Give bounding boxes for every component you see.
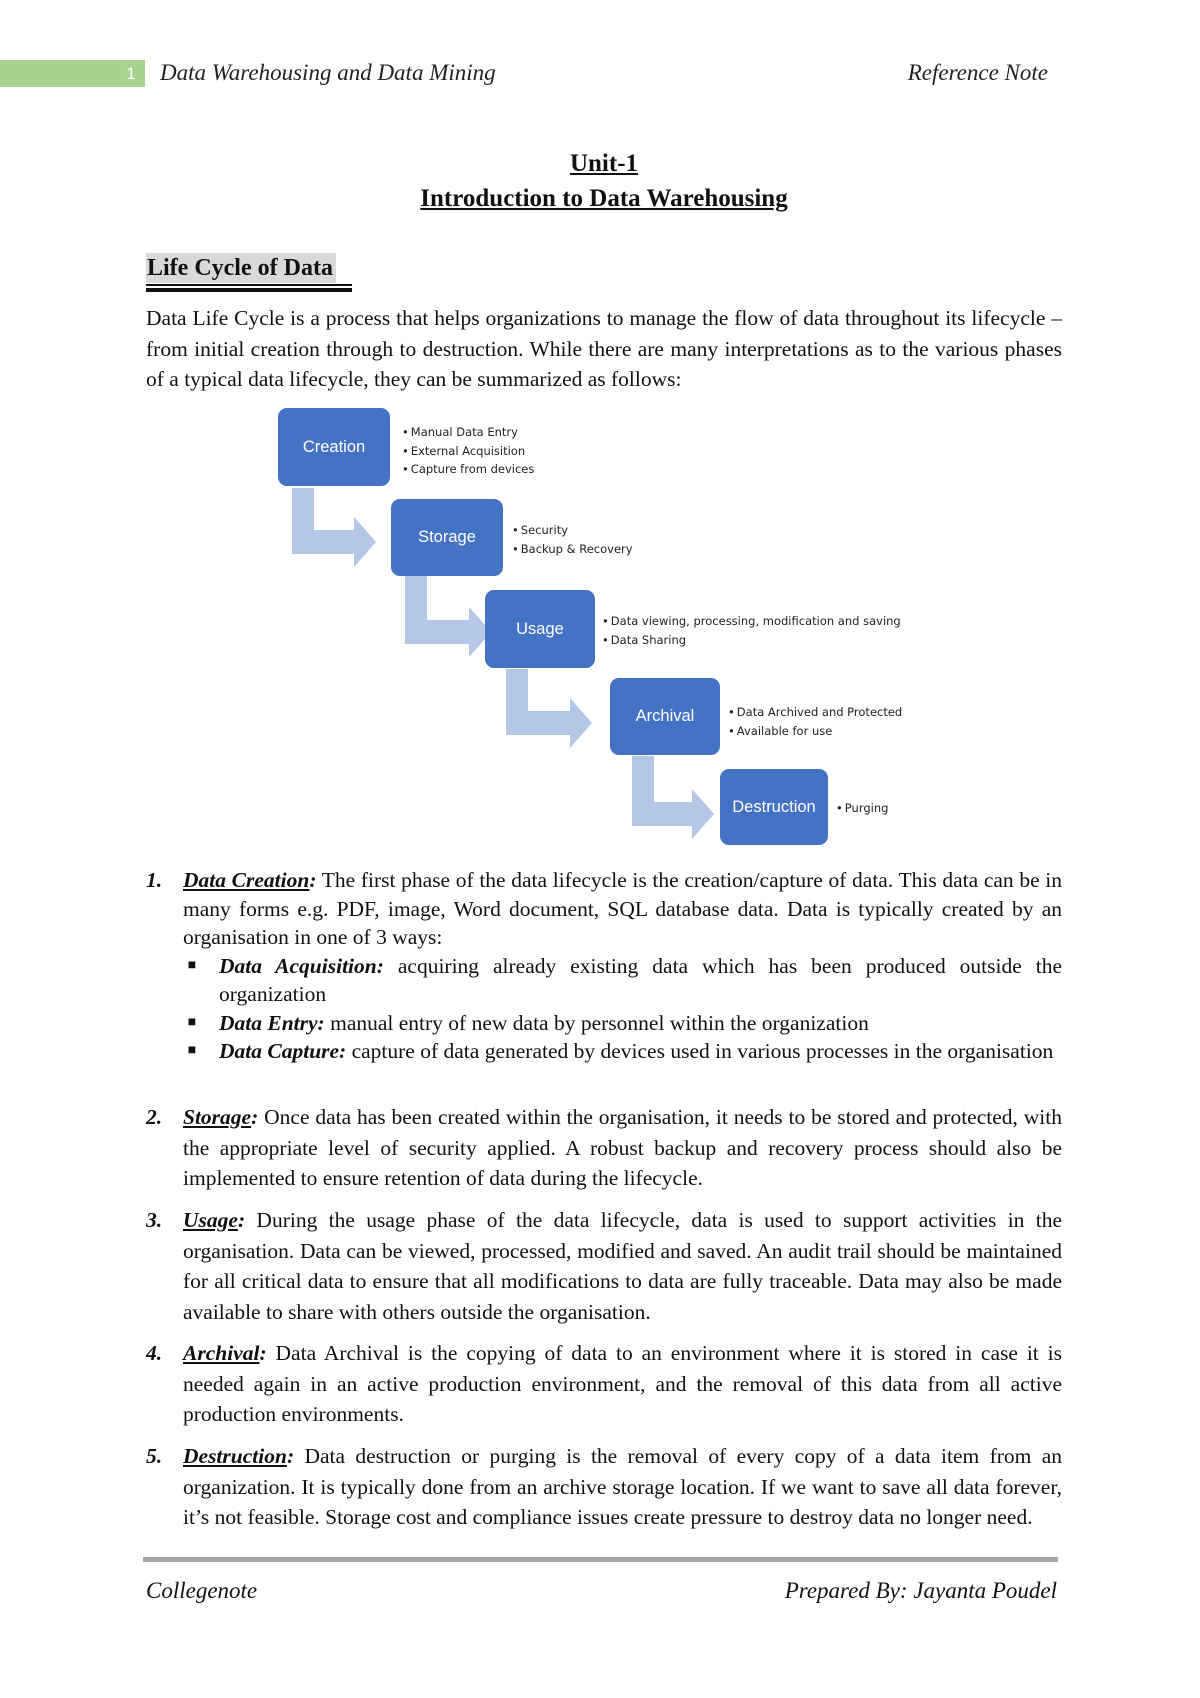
- list-text: Data Archival is the copying of data to …: [183, 1341, 1062, 1426]
- step-archival: Archival: [610, 678, 720, 755]
- square-bullet-icon: ■: [187, 1014, 197, 1030]
- footer-author: Prepared By: Jayanta Poudel: [784, 1578, 1057, 1603]
- term-colon: :: [309, 868, 317, 892]
- chapter-title: Introduction to Data Warehousing: [420, 185, 788, 212]
- note: Backup & Recovery: [512, 540, 633, 559]
- list-text: Once data has been created within the or…: [183, 1105, 1062, 1190]
- step-creation: Creation: [278, 408, 390, 486]
- sub-text: capture of data generated by devices use…: [346, 1039, 1054, 1063]
- step-label: Archival: [635, 707, 695, 725]
- list-number: 2.: [146, 1105, 163, 1129]
- list-number: 1.: [146, 868, 163, 892]
- intro-paragraph: Data Life Cycle is a process that helps …: [146, 306, 1062, 391]
- list-text: Data destruction or purging is the remov…: [183, 1444, 1062, 1529]
- step-usage-notes: Data viewing, processing, modification a…: [602, 612, 901, 649]
- page-number: 1: [126, 64, 136, 83]
- list-term: Storage: [183, 1105, 252, 1129]
- step-archival-notes: Data Archived and Protected Available fo…: [728, 703, 902, 740]
- step-usage: Usage: [485, 590, 595, 668]
- step-storage: Storage: [391, 499, 503, 576]
- list-text: During the usage phase of the data lifec…: [183, 1208, 1062, 1324]
- list-term: Usage: [183, 1208, 238, 1232]
- note: Manual Data Entry: [402, 423, 534, 442]
- note: Security: [512, 521, 633, 540]
- note: Data Sharing: [602, 631, 901, 650]
- note: Data viewing, processing, modification a…: [602, 612, 901, 631]
- sub-item: ■ Data Capture: capture of data generate…: [188, 1037, 1062, 1066]
- list-item-destruction: 5. Destruction: Data destruction or purg…: [146, 1441, 1062, 1533]
- footer-rule: [143, 1557, 1058, 1562]
- footer-source: Collegenote: [146, 1578, 258, 1603]
- step-label: Usage: [516, 619, 564, 638]
- arrow-icon: [292, 488, 376, 567]
- sub-term: Data Capture:: [219, 1039, 347, 1063]
- sub-item: ■ Data Acquisition: acquiring already ex…: [188, 952, 1062, 1009]
- arrow-icon: [405, 576, 491, 657]
- list-term: Data Creation: [183, 868, 310, 892]
- note: External Acquisition: [402, 442, 534, 461]
- note: Data Archived and Protected: [728, 703, 902, 722]
- list-item-usage: 3. Usage: During the usage phase of the …: [146, 1205, 1062, 1327]
- sub-term: Data Acquisition:: [219, 953, 384, 978]
- step-destruction-notes: Purging: [836, 799, 889, 818]
- list-item-data-creation: 1. Data Creation: The first phase of the…: [146, 866, 1062, 1066]
- sub-term: Data Entry:: [219, 1010, 325, 1035]
- step-storage-notes: Security Backup & Recovery: [512, 521, 633, 558]
- step-label: Destruction: [732, 797, 816, 816]
- list-number: 3.: [146, 1208, 163, 1232]
- list-term: Destruction: [183, 1444, 287, 1468]
- square-bullet-icon: ■: [187, 957, 197, 973]
- step-creation-notes: Manual Data Entry External Acquisition C…: [402, 423, 535, 479]
- section-heading-rule: [146, 284, 352, 286]
- arrow-icon: [506, 669, 592, 748]
- step-destruction: Destruction: [720, 769, 828, 845]
- list-number: 4.: [146, 1341, 163, 1365]
- note: Available for use: [728, 722, 902, 741]
- list-number: 5.: [146, 1444, 163, 1468]
- course-title: Data Warehousing and Data Mining: [160, 60, 496, 85]
- section-heading: Life Cycle of Data: [146, 253, 336, 283]
- list-item-storage: 2. Storage: Once data has been created w…: [146, 1102, 1062, 1194]
- note: Capture from devices: [402, 460, 535, 479]
- note: Purging: [836, 799, 889, 818]
- document-type: Reference Note: [907, 60, 1048, 85]
- sub-item: ■ Data Entry: manual entry of new data b…: [188, 1009, 1062, 1038]
- list-item-archival: 4. Archival: Data Archival is the copyin…: [146, 1338, 1062, 1430]
- term-colon: :: [259, 1341, 267, 1365]
- section-heading-rule: [146, 288, 352, 292]
- step-label: Storage: [418, 528, 476, 546]
- sub-text: manual entry of new data by personnel wi…: [324, 1010, 869, 1035]
- unit-title: Unit-1: [569, 150, 639, 177]
- list-term: Archival: [183, 1341, 260, 1365]
- arrow-icon: [632, 756, 714, 839]
- step-label: Creation: [302, 437, 366, 456]
- square-bullet-icon: ■: [187, 1043, 197, 1058]
